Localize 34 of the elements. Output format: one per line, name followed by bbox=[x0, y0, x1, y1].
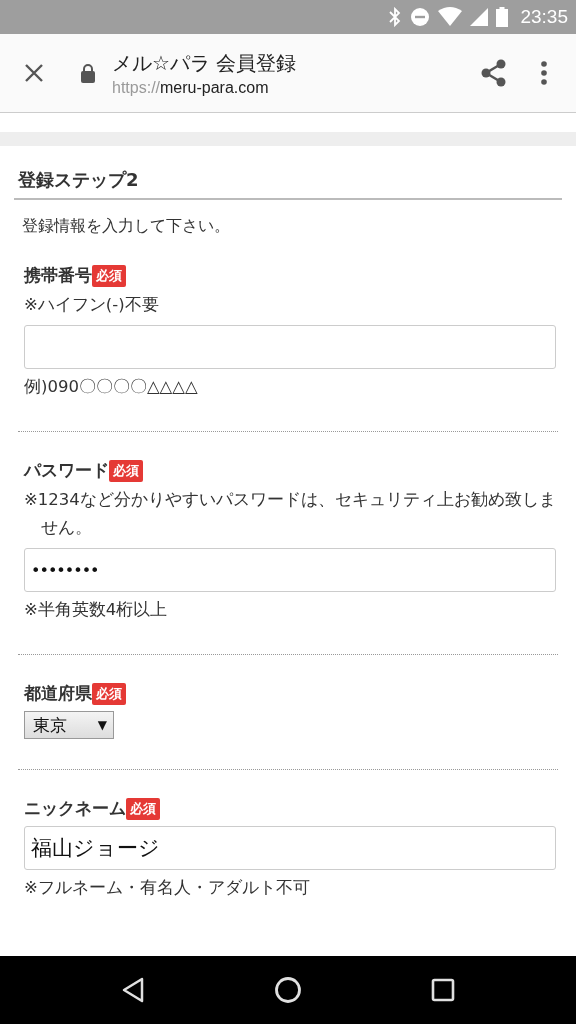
required-badge: 必須 bbox=[92, 265, 126, 287]
do-not-disturb-icon bbox=[410, 7, 431, 27]
intro-text: 登録情報を入力して下さい。 bbox=[21, 215, 231, 237]
field-label: ニックネーム bbox=[24, 798, 126, 821]
section-heading: 登録ステップ2 bbox=[14, 146, 562, 200]
share-icon[interactable] bbox=[480, 58, 508, 88]
field-label: パスワード bbox=[24, 460, 109, 483]
field-label: 都道府県 bbox=[24, 683, 92, 706]
clock: 23:35 bbox=[520, 6, 568, 28]
prefecture-dropdown[interactable]: 東京 ▼ bbox=[24, 711, 114, 740]
back-icon[interactable] bbox=[120, 977, 145, 1003]
field-note: ※半角英数4桁以上 bbox=[24, 599, 169, 622]
recents-icon[interactable] bbox=[431, 978, 456, 1002]
field-note: ※1234など分かりやすいパスワードは、セキュリティ上お勧め致しません。 bbox=[24, 489, 556, 540]
lock-icon bbox=[80, 63, 96, 83]
close-icon[interactable] bbox=[23, 62, 45, 84]
field-note: 例)090〇〇〇〇△△△△ bbox=[24, 376, 199, 399]
required-badge: 必須 bbox=[126, 798, 160, 821]
field-note: ※ハイフン(-)不要 bbox=[24, 294, 160, 316]
wifi-icon bbox=[438, 7, 463, 27]
field-note: ※フルネーム・有名人・アダルト不可 bbox=[24, 877, 311, 900]
field-label: 携帯番号 bbox=[24, 265, 92, 287]
page-title: メル☆パラ 会員登録 bbox=[112, 49, 298, 77]
input-field[interactable] bbox=[24, 325, 556, 370]
required-badge: 必須 bbox=[92, 683, 126, 706]
signal-icon bbox=[470, 8, 489, 26]
url-text: https://meru-para.com bbox=[112, 78, 270, 97]
required-badge: 必須 bbox=[109, 460, 143, 483]
battery-icon bbox=[496, 7, 509, 27]
password-field[interactable]: •••••••• bbox=[24, 548, 556, 593]
home-icon[interactable] bbox=[274, 976, 302, 1004]
input-field[interactable]: 福山ジョージ bbox=[24, 826, 556, 871]
bluetooth-icon bbox=[388, 7, 403, 27]
more-menu-icon[interactable] bbox=[540, 61, 548, 85]
